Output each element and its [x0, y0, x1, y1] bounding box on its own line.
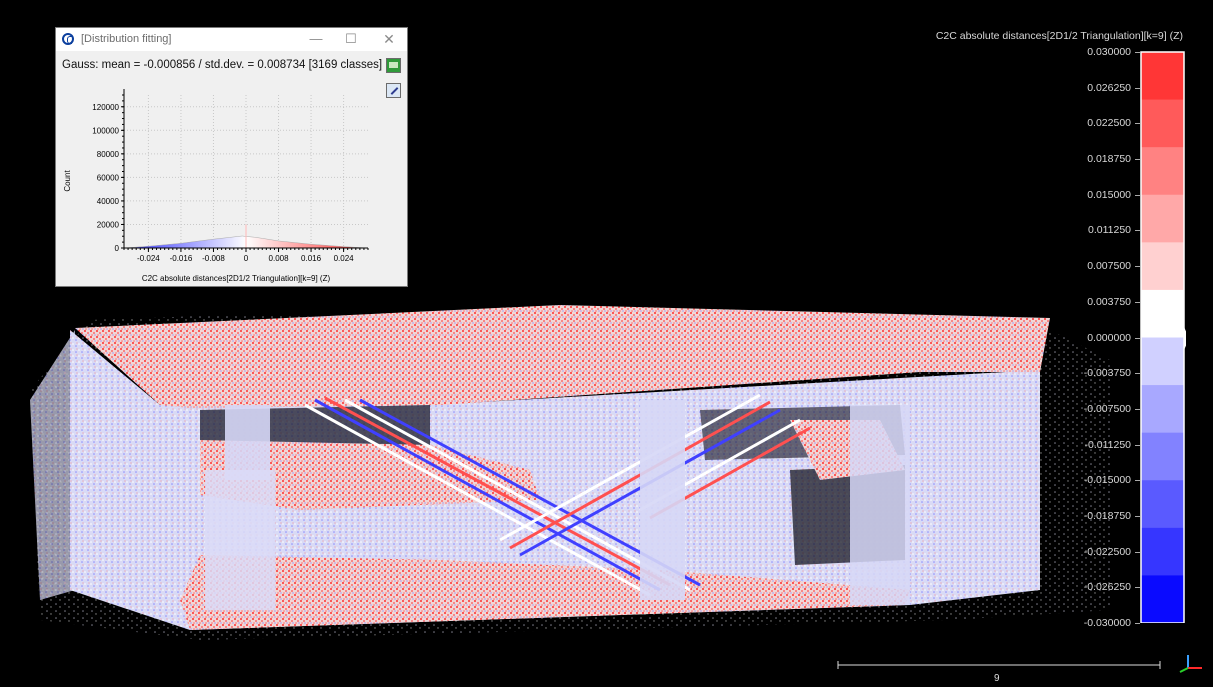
color-scale-tick [1135, 52, 1140, 53]
color-scale-band [1141, 527, 1184, 576]
x-axis-label: C2C absolute distances[2D1/2 Triangulati… [142, 274, 331, 283]
color-scale-label: 0.030000 [1087, 46, 1131, 58]
y-tick-label: 100000 [92, 126, 119, 135]
maximize-button[interactable]: ☐ [339, 29, 363, 49]
color-scale-label: -0.030000 [1083, 617, 1131, 629]
y-tick-label: 20000 [97, 220, 120, 229]
x-tick-label: -0.008 [202, 254, 225, 263]
color-scale-label: -0.015000 [1083, 474, 1131, 487]
y-tick-label: 60000 [97, 173, 120, 182]
x-tick-label: -0.024 [137, 254, 160, 263]
color-scale-tick [1135, 515, 1140, 517]
scale-ruler-value: 9 [994, 673, 1000, 684]
color-scale-tick [1135, 301, 1140, 303]
color-scale-label: -0.007500 [1083, 402, 1131, 415]
color-scale-tick [1135, 444, 1140, 446]
scale-histogram-spike [1184, 325, 1186, 352]
color-scale-bar [1140, 51, 1186, 623]
x-tick-label: 0.024 [334, 254, 355, 263]
close-button[interactable]: ✕ [377, 29, 401, 49]
color-scale-band [1141, 480, 1184, 529]
color-scale-label: 0.007500 [1087, 260, 1131, 273]
y-axis-ticks: 0 20000 40000 60000 80000 100000 120000 [92, 94, 124, 253]
x-tick-label: 0 [244, 254, 249, 263]
color-scale-band [1141, 194, 1184, 243]
color-scale-label: 0.011250 [1087, 224, 1131, 237]
color-scale-label: -0.003750 [1083, 367, 1131, 380]
y-tick-label: 80000 [97, 150, 120, 159]
minimize-button[interactable]: — [304, 29, 328, 49]
color-scale-band [1141, 52, 1184, 101]
histogram-chart: 0 20000 40000 60000 80000 100000 120000 -0.024… [63, 89, 369, 283]
color-scale-tick [1135, 230, 1140, 232]
color-scale-label: 0.003750 [1087, 295, 1131, 308]
cloudcompare-logo-icon [62, 33, 74, 45]
dialog-titlebar[interactable]: [Distribution fitting] — ☐ ✕ [56, 28, 407, 51]
color-scale-tick [1135, 87, 1140, 89]
color-scale-label: 0.015000 [1087, 188, 1131, 201]
color-scale-label: -0.022500 [1083, 545, 1131, 558]
color-scale-tick [1135, 337, 1140, 339]
y-tick-label: 120000 [92, 103, 119, 112]
color-scale-label: -0.026250 [1083, 581, 1131, 594]
color-scale-label: -0.011250 [1084, 438, 1131, 451]
dialog-title: [Distribution fitting] [81, 33, 172, 45]
color-scale-label: 0.000000 [1087, 331, 1131, 344]
color-scale-label: 0.022500 [1087, 117, 1131, 130]
y-tick-label: 40000 [97, 197, 120, 206]
y-tick-label: 0 [115, 244, 120, 253]
color-scale-label: 0.018750 [1087, 153, 1131, 166]
x-tick-label: 0.008 [269, 254, 290, 263]
wrench-icon[interactable] [386, 83, 401, 98]
color-scale-label: 0.026250 [1087, 81, 1131, 94]
x-axis-ticks: -0.024 -0.016 -0.008 0 0.008 0.016 0.024 [123, 248, 369, 263]
color-scale-band [1141, 147, 1184, 196]
distribution-fitting-dialog[interactable]: [Distribution fitting] — ☐ ✕ Gauss: mean… [55, 27, 408, 287]
color-scale-tick [1135, 408, 1140, 410]
color-scale-band [1141, 242, 1184, 291]
color-scale-band [1141, 432, 1184, 481]
x-tick-label: 0.016 [301, 254, 322, 263]
color-scale-band [1141, 289, 1184, 338]
color-scale-band [1141, 337, 1184, 386]
gauss-fit-summary: Gauss: mean = -0.000856 / std.dev. = 0.0… [62, 59, 383, 71]
color-scale-tick [1135, 623, 1140, 624]
color-scale-tick [1135, 266, 1140, 268]
color-scale-tick [1135, 159, 1140, 161]
color-scale-band [1141, 99, 1184, 148]
color-scale-tick [1135, 551, 1140, 553]
color-scale-tick [1135, 480, 1140, 482]
color-scale-label: -0.018750 [1083, 509, 1131, 522]
color-scale-tick [1135, 194, 1140, 196]
export-csv-icon[interactable] [386, 58, 401, 73]
y-axis-label: Count [63, 170, 72, 192]
x-tick-label: -0.016 [170, 254, 193, 263]
color-scale-tick [1135, 123, 1140, 125]
color-scale-tick [1135, 587, 1140, 589]
color-scale-tick [1135, 373, 1140, 375]
scale-ruler [837, 655, 1202, 673]
color-scale-band [1141, 575, 1184, 623]
color-scale-band [1141, 385, 1184, 434]
axis-triad-icon [1179, 655, 1202, 673]
scalar-field-title: C2C absolute distances[2D1/2 Triangulati… [935, 30, 1183, 42]
